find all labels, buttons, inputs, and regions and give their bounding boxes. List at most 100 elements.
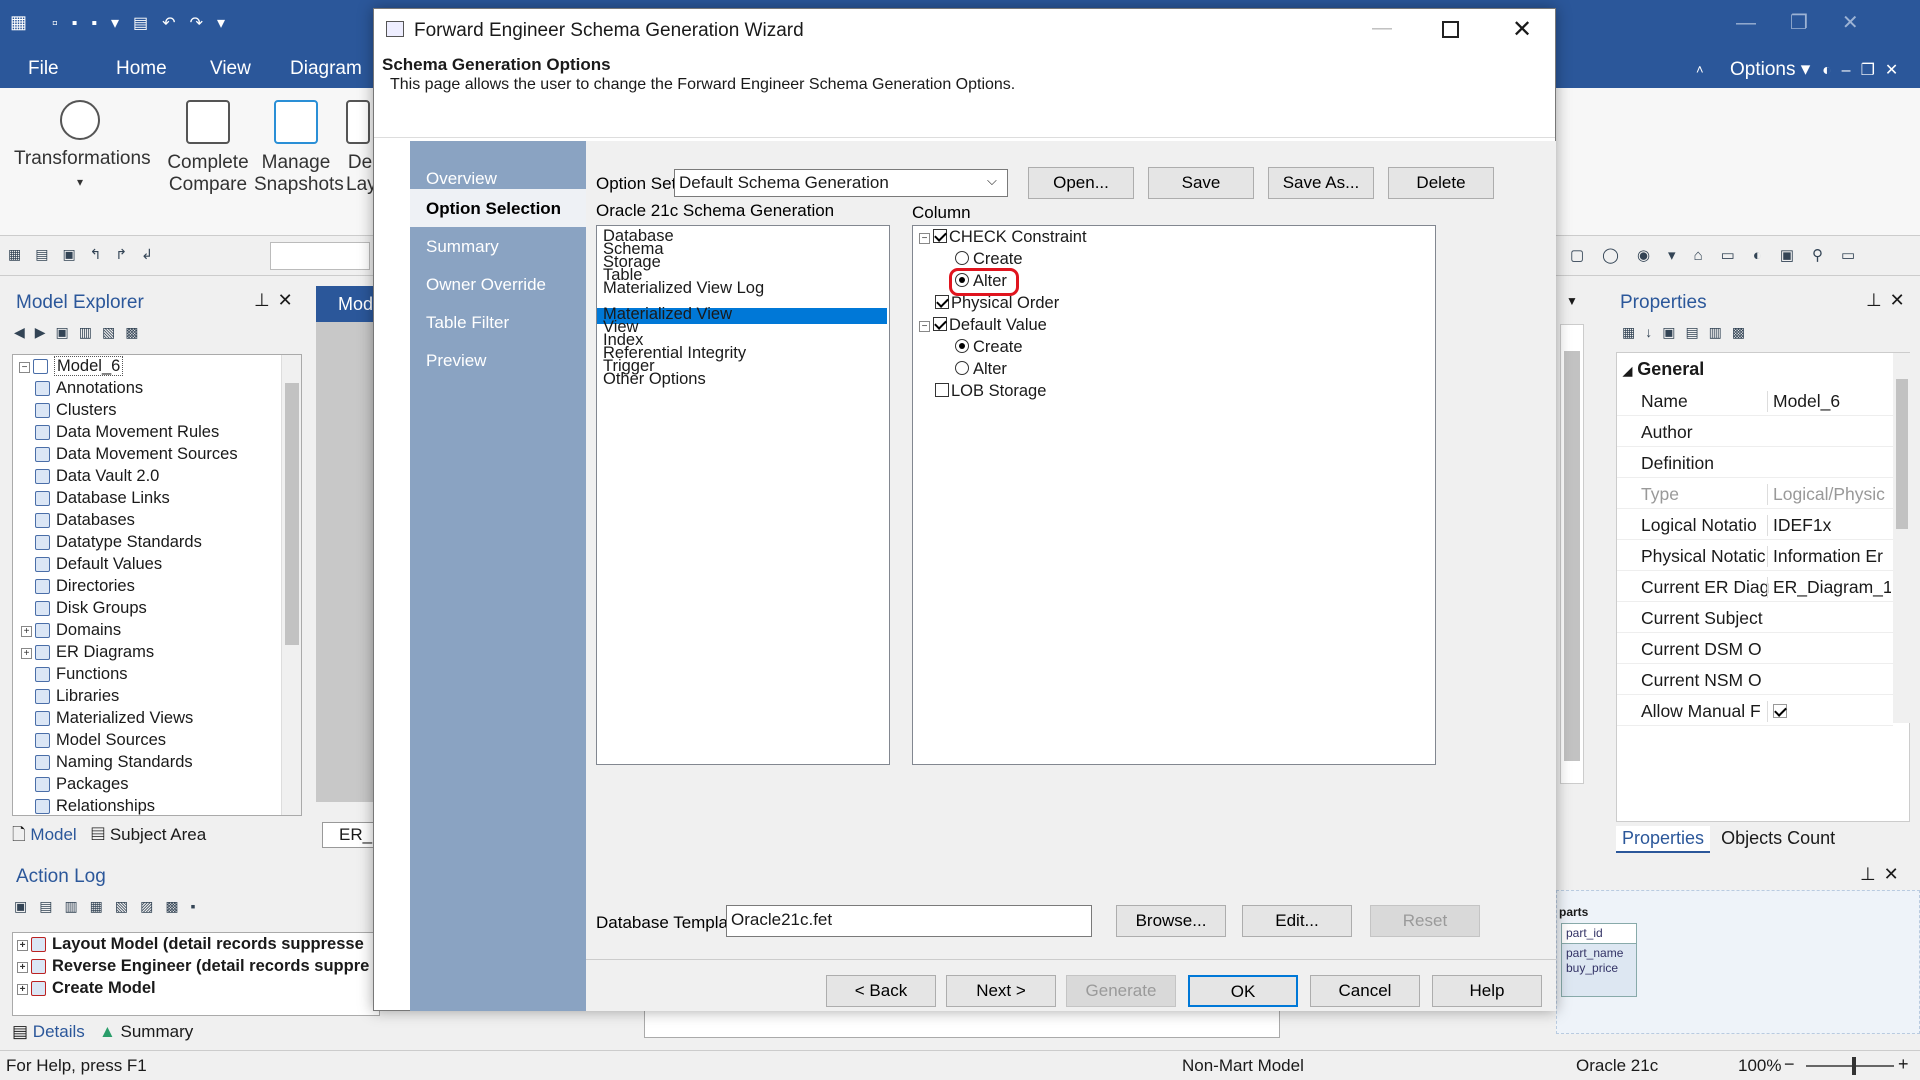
default-alter-option[interactable]: Alter xyxy=(955,360,1007,382)
properties-scroll-thumb[interactable] xyxy=(1896,379,1908,529)
layout-button[interactable]: De Lay xyxy=(346,100,374,196)
tree-item[interactable]: Packages xyxy=(35,775,128,797)
property-value[interactable]: Model_6 xyxy=(1767,391,1891,412)
log-entry-layout[interactable]: + Layout Model (detail records suppresse xyxy=(17,935,364,957)
nav-preview[interactable]: Preview xyxy=(426,351,486,371)
tree-root[interactable]: − Model_6 xyxy=(19,356,124,379)
tree-item[interactable]: Clusters xyxy=(35,401,117,423)
complete-compare-button[interactable]: Complete Compare xyxy=(166,100,250,196)
option-set-select[interactable]: Default Schema Generation ⌵ xyxy=(674,169,1008,197)
physical-order-checkbox[interactable] xyxy=(935,295,949,309)
tree-item[interactable]: Materialized Views xyxy=(35,709,193,731)
toolbar-combo[interactable] xyxy=(270,242,370,270)
diagram-vscroll-thumb[interactable] xyxy=(1564,351,1580,761)
physical-order-option[interactable]: Physical Order xyxy=(935,294,1059,316)
overview-canvas[interactable]: parts part_id part_name buy_price xyxy=(1556,890,1920,1034)
tree-item[interactable]: Directories xyxy=(35,577,135,599)
delete-button[interactable]: Delete xyxy=(1388,167,1494,199)
tab-summary[interactable]: Summary xyxy=(121,1022,194,1041)
tab-subject-area[interactable]: Subject Area xyxy=(110,825,206,844)
zoom-slider[interactable] xyxy=(1806,1065,1894,1067)
properties-toolbar-icons[interactable]: ▦↓▣▤▥▩ xyxy=(1622,324,1755,341)
nav-summary[interactable]: Summary xyxy=(426,237,499,257)
nav-overview[interactable]: Overview xyxy=(426,169,497,189)
diagram-canvas[interactable] xyxy=(316,322,376,802)
check-create-radio[interactable] xyxy=(955,251,969,265)
tree-item[interactable]: Data Vault 2.0 xyxy=(35,467,159,489)
tree-item[interactable]: Default Values xyxy=(35,555,162,577)
tab-model[interactable]: Model xyxy=(30,825,76,844)
tree-item[interactable]: Annotations xyxy=(35,379,143,401)
property-row[interactable]: Logical Notatio IDEF1x xyxy=(1617,509,1893,540)
pin-close-icons[interactable]: ⊥✕ xyxy=(1860,864,1907,885)
property-value[interactable] xyxy=(1767,701,1891,722)
check-constraint-option[interactable]: − CHECK Constraint xyxy=(919,228,1087,250)
next-button[interactable]: Next > xyxy=(946,975,1056,1007)
open-button[interactable]: Open... xyxy=(1028,167,1134,199)
zoom-in-icon[interactable]: + xyxy=(1898,1054,1909,1075)
check-constraint-checkbox[interactable] xyxy=(933,229,947,243)
quick-access-icons[interactable]: ▫▪▪▾▤↶↷▾ xyxy=(52,13,239,33)
menu-diagram[interactable]: Diagram xyxy=(290,58,362,80)
help-window-icons[interactable]: ◐–❐✕ xyxy=(1822,60,1908,80)
save-button[interactable]: Save xyxy=(1148,167,1254,199)
tree-scrollbar[interactable] xyxy=(281,355,301,815)
toolbar-icons-left[interactable]: ▦▤▣↰↱↲ xyxy=(8,246,167,263)
tree-item[interactable]: Database Links xyxy=(35,489,170,511)
tree-item[interactable]: Model Sources xyxy=(35,731,166,753)
edit-button[interactable]: Edit... xyxy=(1242,905,1352,937)
toolbar-icons-right[interactable]: ▢◯◉▾⌂▭◐▣⚲▭ xyxy=(1570,246,1873,264)
allow-manual-checkbox[interactable] xyxy=(1773,704,1787,718)
manage-snapshots-button[interactable]: Manage Snapshots xyxy=(254,100,344,196)
default-create-radio[interactable] xyxy=(955,339,969,353)
window-controls-icon[interactable]: —❐✕ xyxy=(1736,10,1893,35)
tree-item[interactable]: Naming Standards xyxy=(35,753,193,775)
tree-item[interactable]: Libraries xyxy=(35,687,119,709)
help-button[interactable]: Help xyxy=(1432,975,1542,1007)
action-log-toolbar-icons[interactable]: ▣▤▥▦▧▨▩▪ xyxy=(14,898,208,915)
property-row[interactable]: Definition xyxy=(1617,447,1893,478)
property-row[interactable]: Allow Manual F xyxy=(1617,695,1893,726)
ok-button[interactable]: OK xyxy=(1188,975,1298,1007)
nav-option-selection[interactable]: Option Selection xyxy=(426,199,561,219)
tree-item[interactable]: Data Movement Rules xyxy=(35,423,219,445)
pin-close-icons[interactable]: ⊥✕ xyxy=(254,290,301,311)
action-log-list[interactable]: + Layout Model (detail records suppresse … xyxy=(12,932,380,1016)
cancel-button[interactable]: Cancel xyxy=(1310,975,1420,1007)
dropdown-icon[interactable]: ▼ xyxy=(1566,294,1578,308)
default-alter-radio[interactable] xyxy=(955,361,969,375)
column-options-tree[interactable]: − CHECK Constraint Create Alter Physical … xyxy=(912,225,1436,765)
browse-button[interactable]: Browse... xyxy=(1116,905,1226,937)
menu-file[interactable]: File xyxy=(28,58,59,80)
property-row[interactable]: Current NSM O xyxy=(1617,664,1893,695)
property-row[interactable]: Type Logical/Physic xyxy=(1617,478,1893,509)
tree-item[interactable]: + Domains xyxy=(21,621,121,643)
tab-properties[interactable]: Properties xyxy=(1616,826,1711,853)
tree-item[interactable]: + ER Diagrams xyxy=(21,643,154,665)
zoom-out-icon[interactable]: − xyxy=(1784,1054,1795,1075)
property-row[interactable]: Current ER Diag ER_Diagram_1 xyxy=(1617,571,1893,602)
pin-close-icons[interactable]: ⊥✕ xyxy=(1866,290,1913,311)
default-create-option[interactable]: Create xyxy=(955,338,1023,360)
default-value-option[interactable]: − Default Value xyxy=(919,316,1047,338)
tab-objects-count[interactable]: Objects Count xyxy=(1715,826,1841,851)
diagram-vscroll[interactable] xyxy=(1560,324,1584,784)
menu-options[interactable]: Options ▾ xyxy=(1730,58,1810,81)
model-tree[interactable]: − Model_6 Annotations Clusters Data Movemen… xyxy=(12,354,302,816)
property-value[interactable]: Logical/Physic xyxy=(1767,484,1891,505)
log-entry-create[interactable]: + Create Model xyxy=(17,979,156,1001)
property-value[interactable]: Information Er xyxy=(1767,546,1891,567)
lob-storage-option[interactable]: LOB Storage xyxy=(935,382,1046,404)
template-input[interactable]: Oracle21c.fet xyxy=(726,905,1092,937)
back-button[interactable]: < Back xyxy=(826,975,936,1007)
menu-home[interactable]: Home xyxy=(116,58,167,80)
property-row[interactable]: Physical Notatic Information Er xyxy=(1617,540,1893,571)
nav-table-filter[interactable]: Table Filter xyxy=(426,313,509,333)
property-row[interactable]: Current DSM O xyxy=(1617,633,1893,664)
nav-owner-override[interactable]: Owner Override xyxy=(426,275,546,295)
explorer-toolbar-icons[interactable]: ◀▶▣▥▧▩ xyxy=(14,324,148,341)
property-row[interactable]: Name Model_6 xyxy=(1617,385,1893,416)
collapse-ribbon-icon[interactable]: ˄ xyxy=(1696,62,1704,77)
properties-grid[interactable]: ◢ General Name Model_6 Author Definition Typ… xyxy=(1616,352,1911,822)
tab-details[interactable]: Details xyxy=(33,1022,85,1041)
